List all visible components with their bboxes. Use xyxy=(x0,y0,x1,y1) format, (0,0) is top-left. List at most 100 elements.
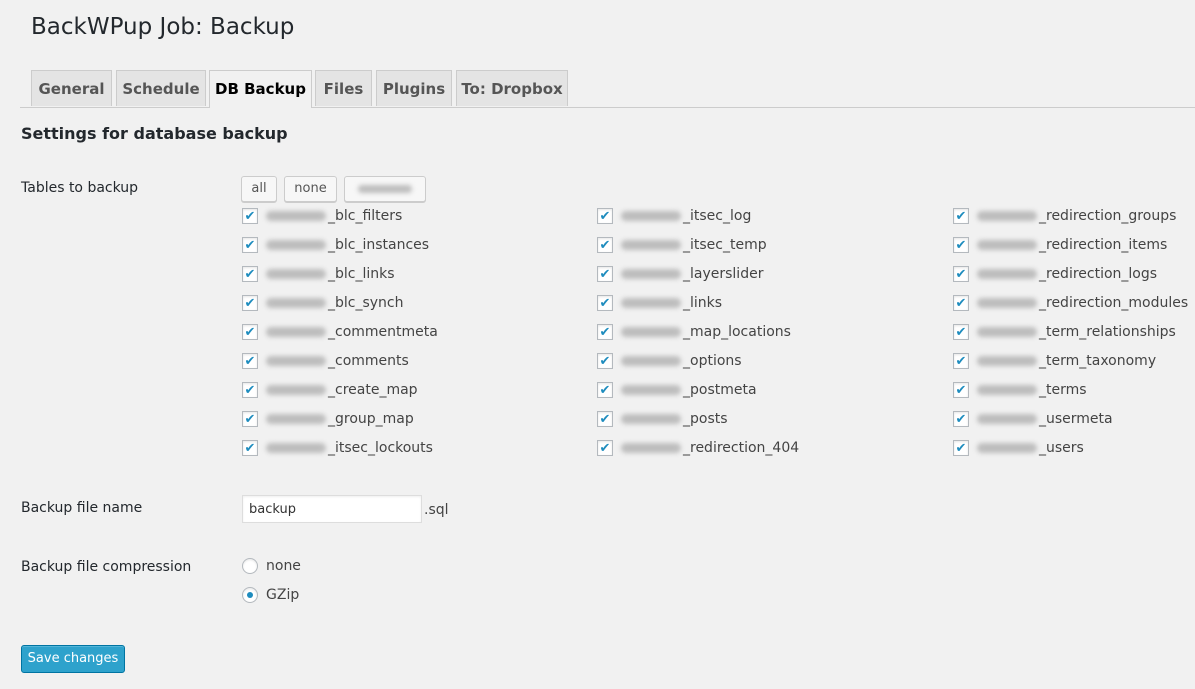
table-name: _users xyxy=(1039,440,1084,456)
blurred-table-prefix xyxy=(266,298,326,308)
table-row[interactable]: ✔ _create_map xyxy=(242,380,418,400)
table-checkbox[interactable]: ✔ xyxy=(597,382,613,398)
tab-bar: General Schedule DB Backup Files Plugins… xyxy=(20,70,1195,108)
tab-general[interactable]: General xyxy=(31,70,112,106)
table-checkbox[interactable]: ✔ xyxy=(953,411,969,427)
table-checkbox[interactable]: ✔ xyxy=(953,324,969,340)
blurred-table-prefix xyxy=(266,211,326,221)
table-row[interactable]: ✔ _blc_instances xyxy=(242,235,429,255)
blurred-prefix xyxy=(358,184,412,193)
tab-files[interactable]: Files xyxy=(315,70,372,106)
blurred-table-prefix xyxy=(977,356,1037,366)
table-row[interactable]: ✔ _blc_filters xyxy=(242,206,402,226)
table-row[interactable]: ✔ _group_map xyxy=(242,409,414,429)
table-name: _links xyxy=(683,295,723,311)
table-row[interactable]: ✔ _blc_synch xyxy=(242,293,404,313)
tab-plugins[interactable]: Plugins xyxy=(376,70,452,106)
table-row[interactable]: ✔ _redirection_items xyxy=(953,235,1167,255)
radio-none-label: none xyxy=(266,558,301,574)
blurred-table-prefix xyxy=(977,443,1037,453)
blurred-table-prefix xyxy=(266,356,326,366)
table-row[interactable]: ✔ _usermeta xyxy=(953,409,1113,429)
table-row[interactable]: ✔ _options xyxy=(597,351,742,371)
table-name: _redirection_groups xyxy=(1039,208,1177,224)
table-row[interactable]: ✔ _redirection_logs xyxy=(953,264,1157,284)
table-row[interactable]: ✔ _itsec_temp xyxy=(597,235,767,255)
table-checkbox[interactable]: ✔ xyxy=(597,266,613,282)
table-row[interactable]: ✔ _redirection_modules xyxy=(953,293,1188,313)
blurred-table-prefix xyxy=(266,327,326,337)
table-row[interactable]: ✔ _term_taxonomy xyxy=(953,351,1156,371)
table-row[interactable]: ✔ _term_relationships xyxy=(953,322,1176,342)
table-checkbox[interactable]: ✔ xyxy=(953,237,969,253)
table-row[interactable]: ✔ _itsec_log xyxy=(597,206,751,226)
radio-gzip-label: GZip xyxy=(266,587,300,603)
table-name: _redirection_items xyxy=(1039,237,1168,253)
table-row[interactable]: ✔ _redirection_groups xyxy=(953,206,1176,226)
table-name: _itsec_log xyxy=(683,208,752,224)
table-row[interactable]: ✔ _itsec_lockouts xyxy=(242,438,433,458)
tab-schedule[interactable]: Schedule xyxy=(116,70,206,106)
table-checkbox[interactable]: ✔ xyxy=(242,440,258,456)
table-row[interactable]: ✔ _postmeta xyxy=(597,380,757,400)
radio-gzip[interactable] xyxy=(242,587,258,603)
table-name: _map_locations xyxy=(683,324,791,340)
table-checkbox[interactable]: ✔ xyxy=(597,237,613,253)
table-checkbox[interactable]: ✔ xyxy=(242,237,258,253)
radio-none[interactable] xyxy=(242,558,258,574)
table-checkbox[interactable]: ✔ xyxy=(242,411,258,427)
save-changes-button[interactable]: Save changes xyxy=(21,645,125,673)
table-row[interactable]: ✔ _commentmeta xyxy=(242,322,438,342)
tables-label: Tables to backup xyxy=(21,180,139,196)
table-row[interactable]: ✔ _layerslider xyxy=(597,264,763,284)
tab-db-backup[interactable]: DB Backup xyxy=(209,70,312,108)
table-checkbox[interactable]: ✔ xyxy=(597,411,613,427)
table-row[interactable]: ✔ _terms xyxy=(953,380,1087,400)
table-checkbox[interactable]: ✔ xyxy=(242,382,258,398)
table-checkbox[interactable]: ✔ xyxy=(597,440,613,456)
file-extension: .sql xyxy=(424,502,449,518)
table-name: _redirection_404 xyxy=(683,440,800,456)
compression-option-gzip[interactable]: GZip xyxy=(242,587,299,603)
table-checkbox[interactable]: ✔ xyxy=(597,324,613,340)
select-none-button[interactable]: none xyxy=(284,176,337,202)
blurred-table-prefix xyxy=(977,269,1037,279)
table-name: _blc_links xyxy=(328,266,395,282)
table-checkbox[interactable]: ✔ xyxy=(597,208,613,224)
table-checkbox[interactable]: ✔ xyxy=(242,324,258,340)
table-row[interactable]: ✔ _links xyxy=(597,293,722,313)
table-row[interactable]: ✔ _users xyxy=(953,438,1084,458)
select-all-button[interactable]: all xyxy=(241,176,277,202)
table-checkbox[interactable]: ✔ xyxy=(953,353,969,369)
tab-to-dropbox[interactable]: To: Dropbox xyxy=(456,70,568,106)
compression-option-none[interactable]: none xyxy=(242,558,301,574)
table-row[interactable]: ✔ _map_locations xyxy=(597,322,791,342)
select-prefix-button[interactable] xyxy=(344,176,426,202)
blurred-table-prefix xyxy=(621,298,681,308)
table-checkbox[interactable]: ✔ xyxy=(597,295,613,311)
table-checkbox[interactable]: ✔ xyxy=(953,440,969,456)
table-row[interactable]: ✔ _posts xyxy=(597,409,728,429)
table-name: _options xyxy=(683,353,742,369)
table-name: _redirection_logs xyxy=(1039,266,1158,282)
table-row[interactable]: ✔ _comments xyxy=(242,351,409,371)
table-name: _postmeta xyxy=(683,382,757,398)
table-checkbox[interactable]: ✔ xyxy=(953,295,969,311)
blurred-table-prefix xyxy=(621,240,681,250)
table-checkbox[interactable]: ✔ xyxy=(953,382,969,398)
table-checkbox[interactable]: ✔ xyxy=(953,266,969,282)
table-checkbox[interactable]: ✔ xyxy=(242,266,258,282)
file-name-label: Backup file name xyxy=(21,500,143,516)
table-name: _commentmeta xyxy=(328,324,438,340)
table-name: _blc_instances xyxy=(328,237,430,253)
table-checkbox[interactable]: ✔ xyxy=(242,208,258,224)
table-checkbox[interactable]: ✔ xyxy=(242,295,258,311)
table-row[interactable]: ✔ _redirection_404 xyxy=(597,438,799,458)
table-checkbox[interactable]: ✔ xyxy=(242,353,258,369)
table-checkbox[interactable]: ✔ xyxy=(953,208,969,224)
blurred-table-prefix xyxy=(266,240,326,250)
table-row[interactable]: ✔ _blc_links xyxy=(242,264,395,284)
table-name: _comments xyxy=(328,353,409,369)
table-checkbox[interactable]: ✔ xyxy=(597,353,613,369)
file-name-input[interactable] xyxy=(242,495,422,523)
